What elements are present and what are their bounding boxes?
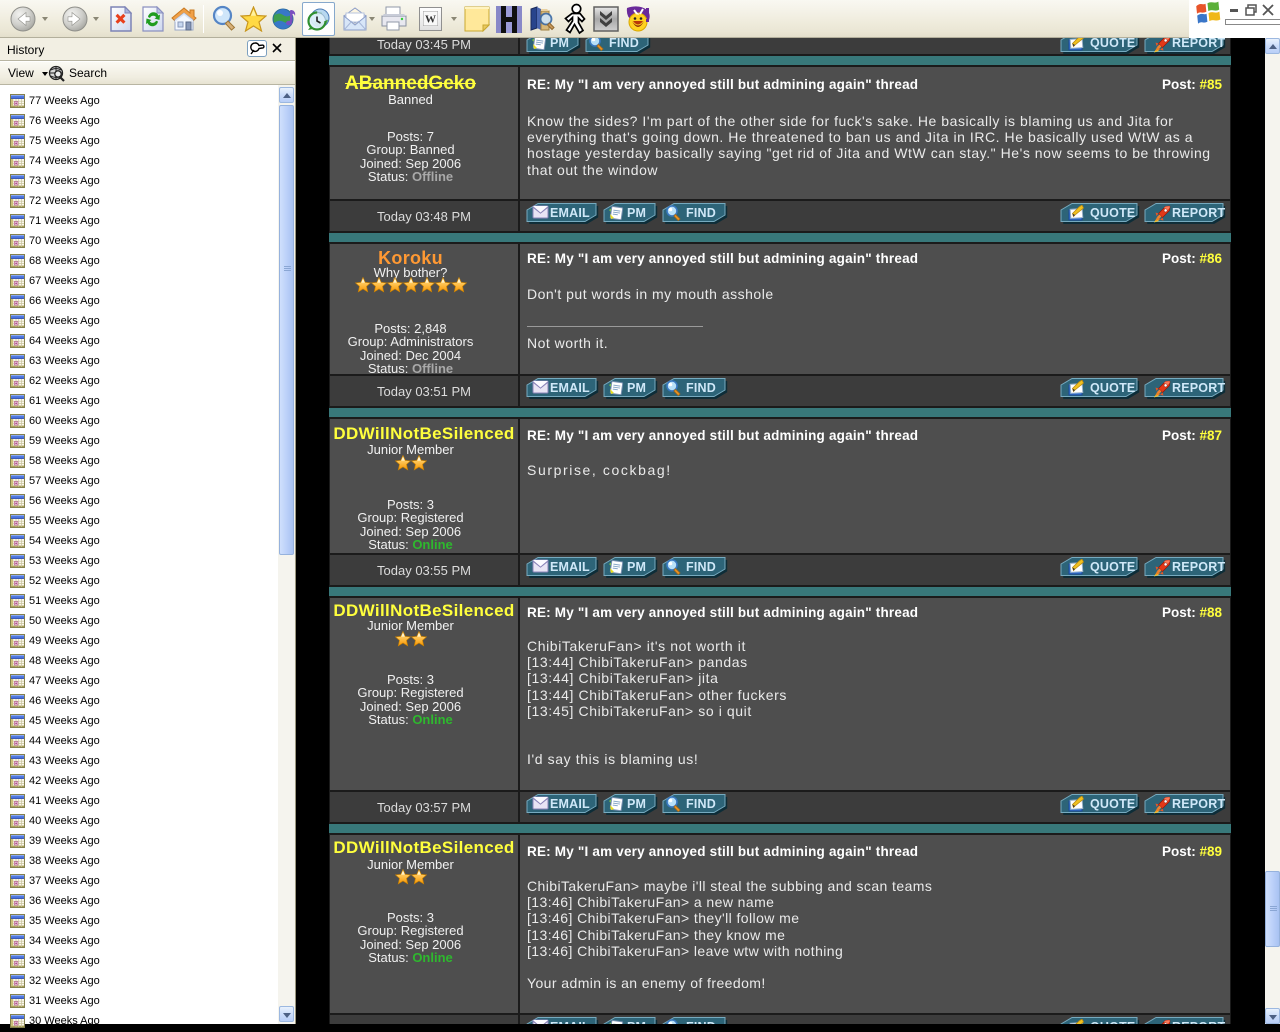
svg-text:W: W [425, 14, 436, 26]
